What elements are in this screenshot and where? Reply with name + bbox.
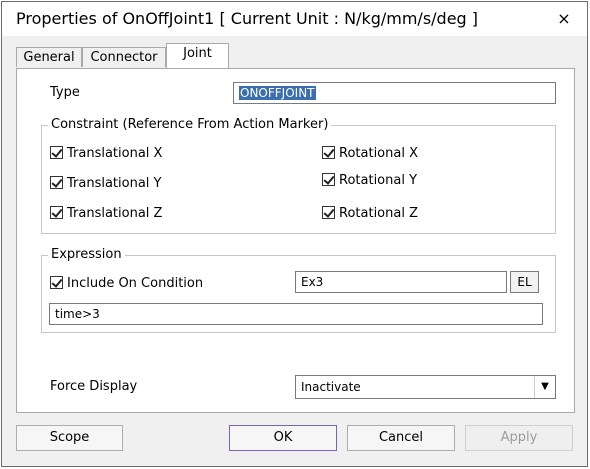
title-bar: Properties of OnOffJoint1 [ Current Unit… xyxy=(2,2,587,36)
translational-y-checkbox[interactable]: Translational Y xyxy=(50,175,162,193)
expression-group: Expression Include On Condition Ex3 EL t… xyxy=(41,247,556,333)
checkbox-checked-icon xyxy=(322,173,335,186)
force-display-label: Force Display xyxy=(50,379,138,394)
force-display-value: Inactivate xyxy=(301,380,361,394)
dialog-title: Properties of OnOffJoint1 [ Current Unit… xyxy=(16,9,479,28)
rotational-z-label: Rotational Z xyxy=(339,206,418,221)
rotational-y-label: Rotational Y xyxy=(339,173,418,188)
scope-button[interactable]: Scope xyxy=(16,425,123,451)
translational-x-label: Translational X xyxy=(67,146,163,161)
include-on-condition-checkbox[interactable]: Include On Condition xyxy=(50,275,203,293)
cancel-button[interactable]: Cancel xyxy=(347,425,455,451)
rotational-y-checkbox[interactable]: Rotational Y xyxy=(322,172,417,190)
checkbox-checked-icon xyxy=(322,206,335,219)
translational-x-checkbox[interactable]: Translational X xyxy=(50,145,162,163)
tab-connector[interactable]: Connector xyxy=(82,47,166,67)
properties-dialog: Properties of OnOffJoint1 [ Current Unit… xyxy=(1,1,588,467)
joint-tab-panel: Type ONOFFJOINT Constraint (Reference Fr… xyxy=(16,68,575,413)
force-display-select[interactable]: Inactivate ▼ xyxy=(295,375,556,399)
type-field[interactable]: ONOFFJOINT xyxy=(233,82,556,104)
expression-text-field[interactable]: time>3 xyxy=(49,303,543,325)
checkbox-checked-icon xyxy=(50,176,63,189)
type-label: Type xyxy=(50,85,80,100)
checkbox-checked-icon xyxy=(322,146,335,159)
tab-general[interactable]: General xyxy=(16,47,82,67)
rotational-x-label: Rotational X xyxy=(339,146,418,161)
rotational-x-checkbox[interactable]: Rotational X xyxy=(322,145,418,163)
include-on-condition-label: Include On Condition xyxy=(67,276,204,291)
type-value: ONOFFJOINT xyxy=(239,86,316,100)
rotational-z-checkbox[interactable]: Rotational Z xyxy=(322,205,418,223)
expression-legend: Expression xyxy=(48,247,125,262)
expression-name-field[interactable]: Ex3 xyxy=(295,271,507,293)
constraint-group: Constraint (Reference From Action Marker… xyxy=(41,117,556,234)
constraint-legend: Constraint (Reference From Action Marker… xyxy=(48,117,332,132)
checkbox-checked-icon xyxy=(50,146,63,159)
translational-z-label: Translational Z xyxy=(67,206,163,221)
el-button[interactable]: EL xyxy=(510,271,539,293)
chevron-down-icon: ▼ xyxy=(534,376,555,398)
translational-z-checkbox[interactable]: Translational Z xyxy=(50,205,162,223)
ok-button[interactable]: OK xyxy=(229,425,337,451)
apply-button[interactable]: Apply xyxy=(465,425,573,451)
checkbox-checked-icon xyxy=(50,276,63,289)
checkbox-checked-icon xyxy=(50,206,63,219)
translational-y-label: Translational Y xyxy=(67,176,162,191)
tab-joint[interactable]: Joint xyxy=(166,43,229,68)
close-icon[interactable]: × xyxy=(553,9,575,29)
